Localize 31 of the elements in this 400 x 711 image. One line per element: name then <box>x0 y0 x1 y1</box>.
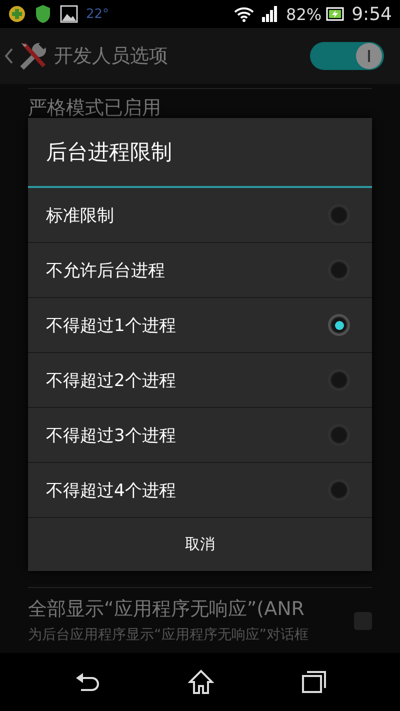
setting-title: 全部显示“应用程序无响应”(ANR <box>28 597 306 622</box>
radio-button[interactable] <box>328 369 350 391</box>
cancel-button[interactable]: 取消 <box>28 518 372 571</box>
option-label[interactable]: 标准限制 <box>46 204 328 226</box>
option-label[interactable]: 不得超过1个进程 <box>46 314 328 336</box>
master-switch[interactable] <box>310 42 384 70</box>
battery-percent: 82% <box>286 4 322 24</box>
option-label[interactable]: 不得超过2个进程 <box>46 368 328 392</box>
signal-icon <box>262 6 278 22</box>
image-icon <box>60 5 78 23</box>
dialog-title: 后台进程限制 <box>28 118 372 188</box>
option-label[interactable]: 不得超过4个进程 <box>46 478 328 502</box>
radio-button[interactable] <box>328 259 350 281</box>
app-icon <box>8 5 26 23</box>
radio-button[interactable] <box>328 204 350 226</box>
battery-charging-icon <box>326 7 344 21</box>
radio-button[interactable] <box>328 314 350 336</box>
option-label[interactable]: 不得超过3个进程 <box>46 424 328 446</box>
option-label[interactable]: 不允许后台进程 <box>46 258 328 282</box>
temperature-text: 22° <box>86 6 110 22</box>
wifi-icon <box>234 6 254 22</box>
shield-icon <box>34 4 52 24</box>
screen-title: 开发人员选项 <box>54 44 169 69</box>
recent-apps-icon[interactable] <box>300 670 327 694</box>
radio-button[interactable] <box>328 424 350 446</box>
setting-title: 严格模式已启用 <box>28 96 162 121</box>
radio-button[interactable] <box>328 479 350 501</box>
clock-time: 9:54 <box>352 4 392 24</box>
setting-summary: 为后台应用程序显示“应用程序无响应”对话框 <box>28 626 310 645</box>
back-chevron-icon[interactable] <box>4 47 14 65</box>
home-icon[interactable] <box>188 669 214 695</box>
